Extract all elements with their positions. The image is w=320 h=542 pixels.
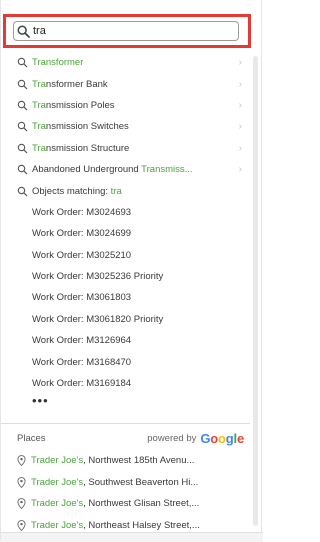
work-order-label: Work Order: M3024699 [32,228,132,240]
map-pin-icon [17,455,26,467]
search-icon [17,57,28,68]
search-icon [17,186,28,196]
scrollbar-thumb[interactable] [253,56,258,526]
place-label: Trader Joe's, Northeast Halsey Street,..… [31,519,200,531]
suggestion-label: Abandoned Underground Transmiss... [32,164,193,176]
work-order-item[interactable]: Work Order: M3126964 [1,330,250,351]
search-icon [17,100,28,111]
place-label: Trader Joe's, Northwest 185th Avenu... [31,455,195,467]
work-order-label: Work Order: M3061803 [32,292,132,304]
suggestion-label: Transformer [32,57,84,69]
google-logo: Google [200,430,244,446]
search-dropdown-panel: Transformer › Transformer Bank › Transmi… [0,0,263,542]
work-order-item[interactable]: Work Order: M3024693 [1,202,250,223]
more-results-button[interactable]: ••• [1,394,250,414]
objects-matching-item[interactable]: Objects matching: tra [1,180,250,201]
suggestion-item[interactable]: Transmission Poles › [1,95,250,116]
place-item[interactable]: Trader Joe's, Northwest 185th Avenu... [1,450,250,472]
work-order-item[interactable]: Work Order: M3168470 [1,351,250,372]
search-icon [17,122,28,132]
search-icon [17,164,28,175]
work-order-item[interactable]: Work Order: M3061803 [1,287,250,308]
work-order-label: Work Order: M3168470 [32,356,132,368]
work-order-label: Work Order: M3126964 [32,335,132,347]
search-box[interactable] [13,21,239,41]
suggestion-list: Transformer › Transformer Bank › Transmi… [1,52,250,414]
suggestion-label: Transmission Structure [32,142,130,154]
place-item[interactable]: Trader Joe's, Northwest Glisan Street,..… [1,493,250,515]
work-order-label: Work Order: M3024693 [32,206,132,218]
objects-matching-label: Objects matching: tra [32,185,122,197]
place-label: Trader Joe's, Northwest Glisan Street,..… [31,498,200,510]
place-label: Trader Joe's, Southwest Beaverton Hi... [31,476,199,488]
places-list: Trader Joe's, Northwest 185th Avenu... T… [1,450,250,536]
map-pin-icon [17,519,26,531]
work-order-label: Work Order: M3061820 Priority [32,313,164,325]
work-order-item[interactable]: Work Order: M3169184 [1,373,250,394]
scrollbar[interactable] [252,52,260,532]
search-icon [17,143,28,154]
chevron-right-icon: › [238,164,242,176]
powered-by-text: powered by [147,432,197,444]
place-item[interactable]: Trader Joe's, Southwest Beaverton Hi... [1,472,250,494]
suggestion-label: Transmission Poles [32,99,115,111]
powered-by-google: powered by Google [147,431,250,446]
suggestion-label: Transmission Switches [32,121,129,133]
search-bar-focus-frame [3,14,251,48]
chevron-right-icon: › [238,121,242,133]
suggestion-item[interactable]: Transmission Structure › [1,138,250,159]
work-order-item[interactable]: Work Order: M3024699 [1,223,250,244]
chevron-right-icon: › [238,142,242,154]
work-order-item[interactable]: Work Order: M3025236 Priority [1,266,250,287]
suggestion-item[interactable]: Abandoned Underground Transmiss... › [1,159,250,180]
chevron-right-icon: › [238,99,242,111]
places-header: Places powered by Google [1,430,250,446]
suggestion-item[interactable]: Transformer › [1,52,250,73]
suggestion-label: Transformer Bank [32,78,108,90]
work-order-label: Work Order: M3025236 Priority [32,271,164,283]
suggestion-item[interactable]: Transmission Switches › [1,116,250,137]
work-order-item[interactable]: Work Order: M3025210 [1,245,250,266]
search-icon [17,25,30,38]
work-order-label: Work Order: M3169184 [32,378,132,390]
suggestion-item[interactable]: Transformer Bank › [1,73,250,94]
work-order-item[interactable]: Work Order: M3061820 Priority [1,309,250,330]
chevron-right-icon: › [238,57,242,69]
map-pin-icon [17,498,26,510]
work-order-label: Work Order: M3025210 [32,249,132,261]
places-title: Places [17,432,46,444]
section-divider [1,423,250,424]
map-pin-icon [17,476,26,488]
search-input[interactable] [30,25,213,37]
chevron-right-icon: › [238,78,242,90]
search-icon [17,79,28,90]
